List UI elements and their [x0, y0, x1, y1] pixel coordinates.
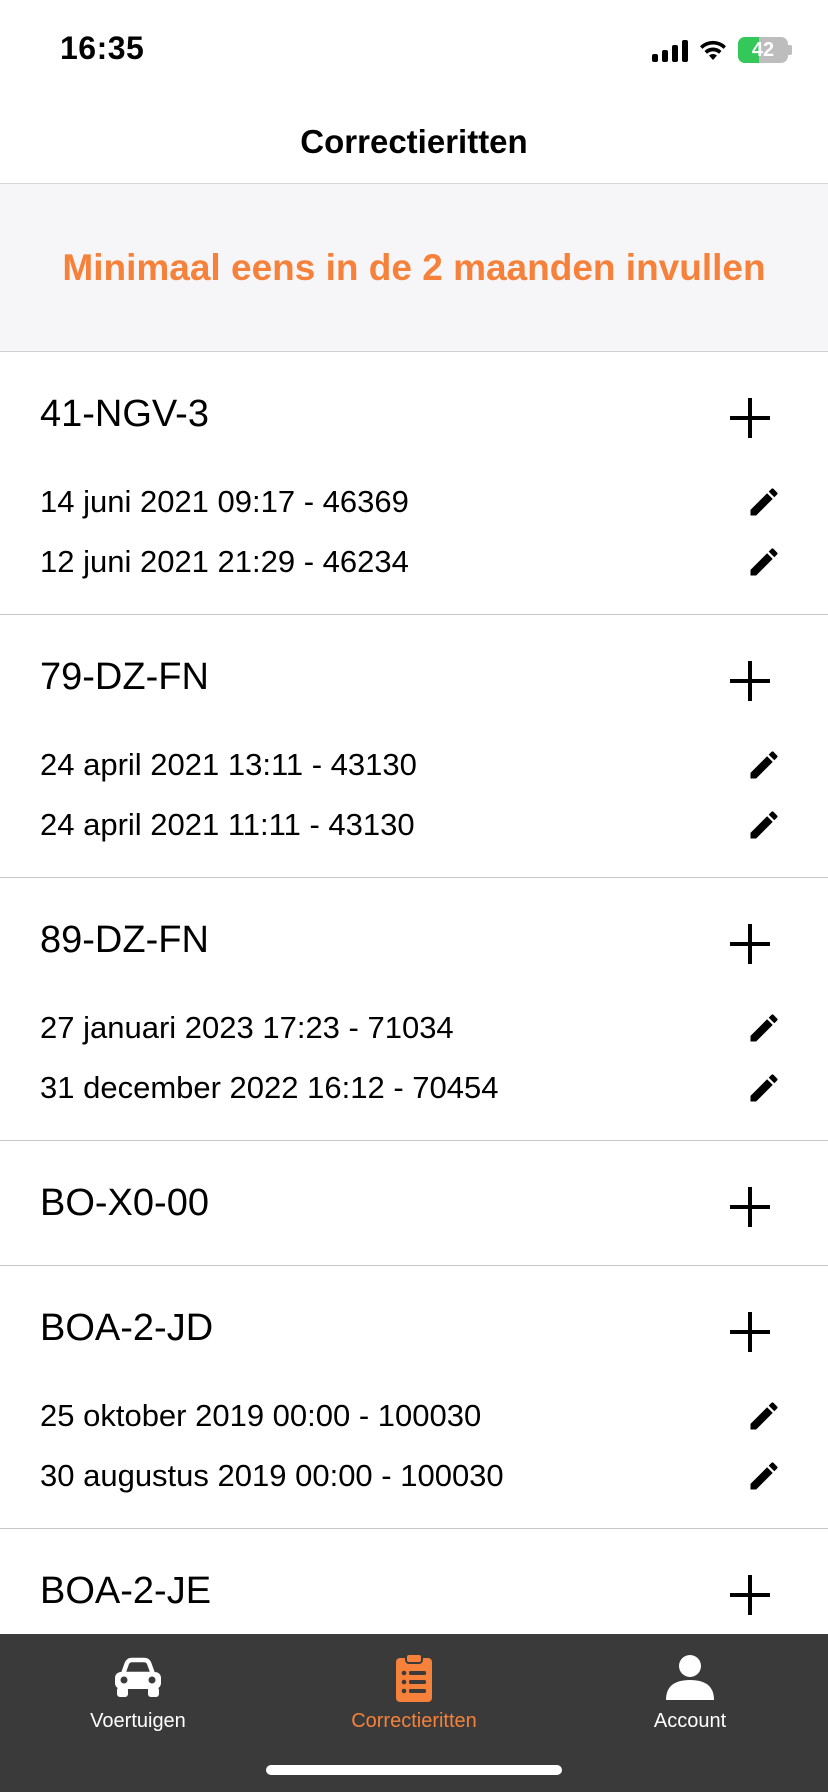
ride-text: 24 april 2021 11:11 - 43130 — [40, 807, 415, 842]
ride-row: 25 oktober 2019 00:00 - 100030 — [40, 1386, 788, 1446]
edit-pencil-icon[interactable] — [746, 484, 782, 520]
user-icon — [666, 1655, 714, 1700]
battery-level: 42 — [751, 38, 775, 61]
ride-text: 27 januari 2023 17:23 - 71034 — [40, 1010, 454, 1045]
battery-cap — [788, 45, 792, 55]
battery-icon: 42 — [738, 37, 788, 63]
vehicle-item: BO-X0-00 — [0, 1141, 828, 1266]
license-plate: 89-DZ-FN — [40, 918, 209, 961]
license-plate: BOA-2-JD — [40, 1306, 214, 1349]
edit-pencil-icon[interactable] — [746, 1458, 782, 1494]
vehicle-item: 89-DZ-FN 27 januari 2023 17:23 - 71034 31 … — [0, 878, 828, 1141]
vehicle-item: 41-NGV-3 14 juni 2021 09:17 - 46369 12 jun… — [0, 352, 828, 615]
info-banner: Minimaal eens in de 2 maanden invullen — [0, 184, 828, 352]
add-ride-plus-icon[interactable] — [730, 1187, 770, 1227]
ride-text: 25 oktober 2019 00:00 - 100030 — [40, 1398, 482, 1433]
ride-text: 31 december 2022 16:12 - 70454 — [40, 1070, 499, 1105]
ride-list: 27 januari 2023 17:23 - 71034 31 december… — [40, 998, 788, 1140]
edit-pencil-icon[interactable] — [746, 1010, 782, 1046]
ride-text: 30 augustus 2019 00:00 - 100030 — [40, 1458, 504, 1493]
car-icon — [115, 1657, 161, 1697]
ride-list: 24 april 2021 13:11 - 43130 24 april 2021… — [40, 735, 788, 877]
ride-row: 30 augustus 2019 00:00 - 100030 — [40, 1446, 788, 1506]
screen: 16:35 42 Correctieritten Minimaal eens i… — [0, 0, 828, 1792]
license-plate: 41-NGV-3 — [40, 392, 209, 435]
add-ride-plus-icon[interactable] — [730, 1312, 770, 1352]
vehicle-item: BOA-2-JD 25 oktober 2019 00:00 - 100030 30… — [0, 1266, 828, 1529]
ride-list: 14 juni 2021 09:17 - 46369 12 juni 2021 2… — [40, 472, 788, 614]
battery: 42 — [738, 37, 792, 63]
add-ride-plus-icon[interactable] — [730, 1575, 770, 1615]
vehicle-header: BO-X0-00 — [40, 1141, 788, 1265]
edit-pencil-icon[interactable] — [746, 1070, 782, 1106]
tab-account[interactable]: Account — [552, 1634, 828, 1792]
wifi-icon — [698, 38, 728, 62]
ride-row: 27 januari 2023 17:23 - 71034 — [40, 998, 788, 1058]
status-icons: 42 — [652, 34, 792, 66]
tab-label: Account — [653, 1710, 727, 1732]
ride-row: 14 juni 2021 09:17 - 46369 — [40, 472, 788, 532]
home-indicator — [266, 1765, 562, 1775]
vehicle-header: 41-NGV-3 — [40, 352, 788, 476]
status-bar: 16:35 42 — [0, 0, 828, 100]
vehicle-item: 79-DZ-FN 24 april 2021 13:11 - 43130 24 ap… — [0, 615, 828, 878]
ride-list: 25 oktober 2019 00:00 - 100030 30 augustu… — [40, 1386, 788, 1528]
banner-text: Minimaal eens in de 2 maanden invullen — [62, 246, 766, 288]
edit-pencil-icon[interactable] — [746, 1398, 782, 1434]
license-plate: BOA-2-JE — [40, 1569, 212, 1612]
ride-row: 31 december 2022 16:12 - 70454 — [40, 1058, 788, 1118]
vehicle-header: 89-DZ-FN — [40, 878, 788, 1002]
ride-row: 24 april 2021 13:11 - 43130 — [40, 735, 788, 795]
edit-pencil-icon[interactable] — [746, 807, 782, 843]
ride-text: 14 juni 2021 09:17 - 46369 — [40, 484, 409, 519]
vehicle-list: 41-NGV-3 14 juni 2021 09:17 - 46369 12 jun… — [0, 352, 828, 1654]
page-title: Correctieritten — [300, 122, 528, 160]
tab-label: Voertuigen — [90, 1710, 186, 1732]
ride-row: 24 april 2021 11:11 - 43130 — [40, 795, 788, 855]
license-plate: BO-X0-00 — [40, 1181, 209, 1224]
cellular-signal-icon — [652, 38, 688, 62]
license-plate: 79-DZ-FN — [40, 655, 209, 698]
ride-row: 12 juni 2021 21:29 - 46234 — [40, 532, 788, 592]
add-ride-plus-icon[interactable] — [730, 924, 770, 964]
vehicle-header: BOA-2-JD — [40, 1266, 788, 1390]
add-ride-plus-icon[interactable] — [730, 661, 770, 701]
edit-pencil-icon[interactable] — [746, 747, 782, 783]
tab-voertuigen[interactable]: Voertuigen — [0, 1634, 276, 1792]
edit-pencil-icon[interactable] — [746, 544, 782, 580]
nav-bar: Correctieritten — [0, 100, 828, 184]
status-time: 16:35 — [60, 30, 145, 66]
tab-label: Correctieritten — [351, 1710, 477, 1732]
vehicle-header: 79-DZ-FN — [40, 615, 788, 739]
add-ride-plus-icon[interactable] — [730, 398, 770, 438]
ride-text: 24 april 2021 13:11 - 43130 — [40, 747, 417, 782]
ride-text: 12 juni 2021 21:29 - 46234 — [40, 544, 409, 579]
clipboard-list-icon — [396, 1653, 432, 1702]
